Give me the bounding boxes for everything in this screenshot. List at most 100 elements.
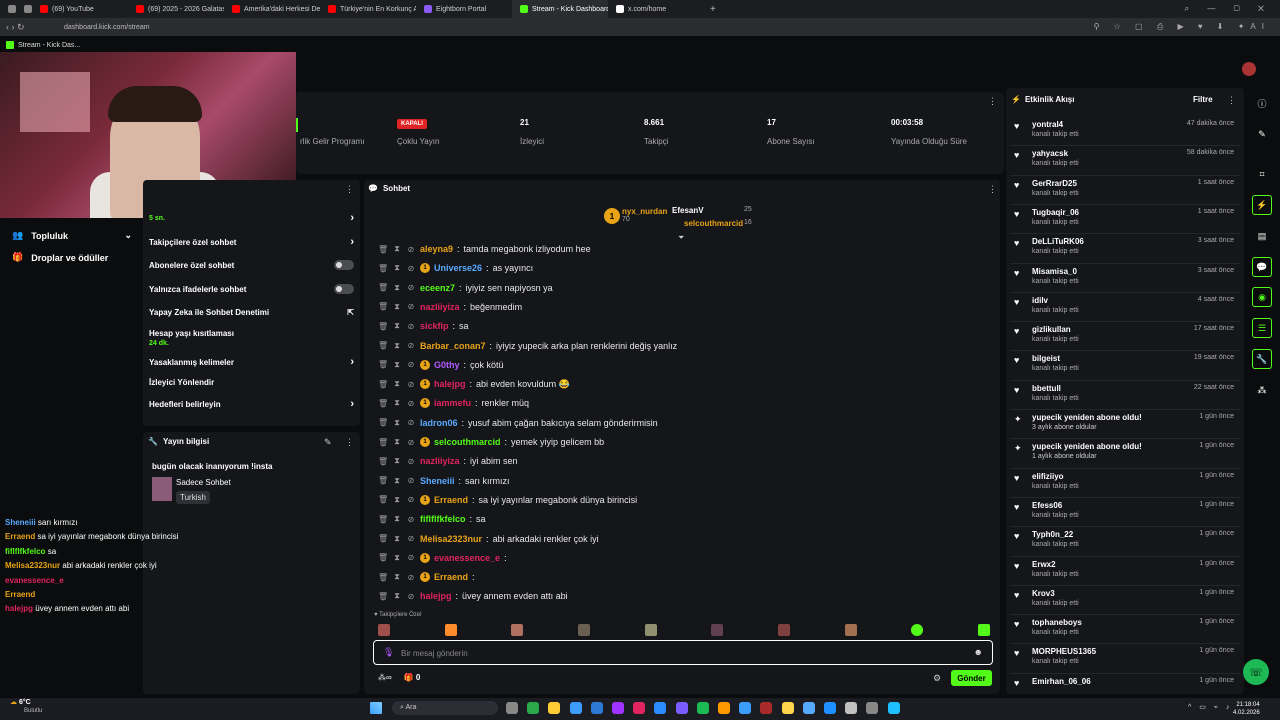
delete-icon[interactable]: 🗑: [378, 438, 388, 447]
browser-tab[interactable]: (69) 2025 - 2026 Galatasa: [128, 0, 224, 18]
subscribers-only-row[interactable]: Abonelere özel sohbet: [149, 260, 354, 270]
taskbar-app-icon[interactable]: [675, 702, 688, 714]
chat-username[interactable]: halejpg: [434, 379, 466, 389]
points-icon[interactable]: ⁂∞: [378, 673, 392, 682]
chat-username[interactable]: Barbar_conan7: [420, 341, 486, 351]
timeout-icon[interactable]: ⧗: [392, 437, 402, 447]
browser-tab[interactable]: Eightborn Portal: [416, 0, 512, 18]
activity-item[interactable]: ♥ gizlikullan kanalı takip etti 17 saat önc…: [1014, 325, 1234, 351]
taskbar-app-icon[interactable]: [760, 702, 773, 714]
taskbar-app-icon[interactable]: [612, 702, 624, 714]
lightning-button-icon[interactable]: ⚡: [1252, 195, 1272, 215]
taskbar-app-icon[interactable]: [845, 702, 858, 714]
pencil-icon[interactable]: ✎: [1252, 124, 1272, 144]
ban-icon[interactable]: ⊘: [406, 341, 416, 350]
timeout-icon[interactable]: ⧗: [392, 514, 402, 524]
back-icon[interactable]: ‹ › ↻: [6, 22, 25, 33]
ban-icon[interactable]: ⊘: [406, 495, 416, 504]
timeout-icon[interactable]: ⧗: [392, 263, 402, 273]
activity-item[interactable]: ✦ yupecik yeniden abone oldu! 3 aylık abon…: [1014, 413, 1234, 439]
taskbar-app-icon[interactable]: [527, 702, 540, 714]
activity-item[interactable]: ♥ elifiziiyo kanalı takip etti 1 gün önce: [1014, 472, 1234, 498]
people-icon[interactable]: ⁂: [1252, 380, 1272, 400]
delete-icon[interactable]: 🗑: [378, 418, 388, 427]
timeout-icon[interactable]: ⧗: [392, 456, 402, 466]
chat-username[interactable]: eceenz7: [420, 283, 455, 293]
chat-username[interactable]: halejpg: [420, 591, 452, 601]
document-icon[interactable]: ▤: [1252, 226, 1272, 246]
delete-icon[interactable]: 🗑: [378, 515, 388, 524]
ban-icon[interactable]: ⊘: [406, 418, 416, 427]
chat-username[interactable]: Erraend: [434, 495, 468, 505]
wrench-button-icon[interactable]: 🔧: [1252, 349, 1272, 369]
activity-item[interactable]: ♥ yontral4 kanalı takip etti 47 dakika önce: [1014, 120, 1234, 146]
banned-words-row[interactable]: Yasaklanmış kelimeler ›: [149, 356, 354, 368]
taskbar-app-icon[interactable]: [887, 702, 900, 714]
ban-icon[interactable]: ⊘: [406, 592, 416, 601]
ban-icon[interactable]: ⊘: [406, 573, 416, 582]
taskbar-app-icon[interactable]: [633, 702, 646, 714]
timeout-icon[interactable]: ⧗: [392, 418, 402, 428]
activity-item[interactable]: ♥ Misamisa_0 kanalı takip etti 3 saat önce: [1014, 267, 1234, 293]
chat-username[interactable]: aleyna9: [420, 244, 453, 254]
info-icon[interactable]: ⓘ: [1252, 93, 1272, 113]
goals-row[interactable]: Hedefleri belirleyin ›: [149, 398, 354, 410]
timeout-icon[interactable]: ⧗: [392, 341, 402, 351]
emotes-only-toggle[interactable]: [334, 284, 354, 294]
chat-username[interactable]: Melisa2323nur: [420, 534, 482, 544]
edit-icon[interactable]: ✎: [324, 437, 332, 448]
ban-icon[interactable]: ⊘: [406, 360, 416, 369]
multi-stream-stat[interactable]: KAPALI Çoklu Yayın: [397, 118, 439, 146]
chat-username[interactable]: selcouthmarcid: [434, 437, 501, 447]
delete-icon[interactable]: 🗑: [378, 380, 388, 389]
ban-icon[interactable]: ⊘: [406, 399, 416, 408]
taskbar-app-icon[interactable]: [590, 702, 603, 714]
timeout-icon[interactable]: ⧗: [392, 283, 402, 293]
activity-item[interactable]: ♥ Efess06 kanalı takip etti 1 gün önce: [1014, 501, 1234, 527]
filter-button[interactable]: Filtre: [1193, 95, 1213, 104]
gift-counter[interactable]: 🎁 0: [404, 673, 421, 682]
taskbar-app-icon[interactable]: [739, 702, 752, 714]
chat-button-icon[interactable]: 💬: [1252, 257, 1272, 277]
chat-username[interactable]: Erraend: [434, 572, 468, 582]
url-field[interactable]: dashboard.kick.com/stream: [64, 24, 150, 31]
chat-username[interactable]: Universe26: [434, 263, 482, 273]
profile-avatar[interactable]: [1242, 62, 1256, 76]
taskbar-app-icon[interactable]: [781, 702, 794, 714]
taskbar-app-icon[interactable]: [548, 702, 561, 714]
ban-icon[interactable]: ⊘: [406, 515, 416, 524]
ban-icon[interactable]: ⊘: [406, 302, 416, 311]
taskbar-app-icon[interactable]: [802, 702, 815, 714]
activity-item[interactable]: ♥ idilv kanalı takip etti 4 saat önce: [1014, 296, 1234, 322]
ban-icon[interactable]: ⊘: [406, 476, 416, 485]
activity-item[interactable]: ♥ bilgeist kanalı takip etti 19 saat önce: [1014, 354, 1234, 380]
delete-icon[interactable]: 🗑: [378, 341, 388, 350]
activity-item[interactable]: ♥ Erwx2 kanalı takip etti 1 gün önce: [1014, 560, 1234, 586]
leader-1[interactable]: nyx_nurdan 70: [622, 207, 667, 223]
chat-settings-icon[interactable]: ⚙: [933, 673, 941, 684]
chat-username[interactable]: nazliiyiza: [420, 456, 460, 466]
activity-menu-icon[interactable]: ⋮: [1227, 95, 1236, 106]
taskbar-app-icon[interactable]: [696, 702, 709, 714]
timeout-icon[interactable]: ⧗: [392, 572, 402, 582]
timeout-icon[interactable]: ⧗: [392, 244, 402, 254]
delete-icon[interactable]: 🗑: [378, 264, 388, 273]
activity-item[interactable]: ♥ GerRrarD25 kanalı takip etti 1 saat önce: [1014, 179, 1234, 205]
browser-tab[interactable]: [16, 0, 32, 18]
taskbar-app-icon[interactable]: [866, 702, 879, 714]
timeout-icon[interactable]: ⧗: [392, 398, 402, 408]
support-chat-button[interactable]: ☏: [1243, 659, 1269, 685]
tray-icons[interactable]: ^ ▭ ⌁ ♪: [1188, 703, 1232, 711]
expand-leaderboard-icon[interactable]: ⏷: [678, 233, 684, 243]
followers-only-row[interactable]: Takipçilere özel sohbet ›: [149, 236, 354, 248]
browser-tab[interactable]: (69) YouTube: [32, 0, 128, 18]
mic-icon[interactable]: 🎙: [383, 647, 394, 658]
chat-input[interactable]: Bir mesaj gönderin: [401, 649, 468, 658]
browser-tab[interactable]: Stream - Kick Dashboard: [512, 0, 608, 18]
activity-item[interactable]: ♥ Tugbaqir_06 kanalı takip etti 1 saat önce: [1014, 208, 1234, 234]
ai-moderation-row[interactable]: Yapay Zeka ile Sohbet Denetimi ⇱: [149, 308, 354, 317]
leader-2[interactable]: EfesanV 25: [672, 206, 762, 215]
sidebar-item-community[interactable]: 👥 Topluluk ⌄: [12, 230, 132, 241]
ban-icon[interactable]: ⊘: [406, 322, 416, 331]
taskbar-app-icon[interactable]: [718, 702, 730, 714]
